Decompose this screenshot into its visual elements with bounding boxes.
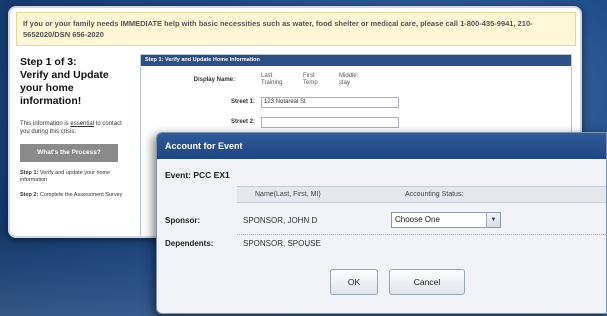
column-name-header: Name(Last, First, MI): [255, 191, 321, 198]
accounting-status-value: Choose One: [395, 215, 440, 224]
account-for-event-dialog: Account for Event Event: PCC EX1 Name(La…: [156, 132, 607, 314]
sponsor-name: SPONSOR, JOHN D: [243, 216, 318, 225]
display-name-label: Display Name:: [193, 77, 235, 83]
step-heading-line1: Verify and Update: [20, 69, 109, 81]
essential-link[interactable]: essential: [70, 121, 94, 127]
street2-label: Street 2:: [230, 119, 255, 125]
step1-description: Step 1: Verify and update your home info…: [20, 170, 132, 184]
table-header: Name(Last, First, MI) Accounting Status:: [237, 186, 606, 203]
step-sidebar: Step 1 of 3: Verify and Update your home…: [20, 56, 132, 199]
step2-label: Step 2:: [20, 192, 39, 198]
dependents-label: Dependents:: [165, 239, 214, 248]
step-heading-line3: information!: [20, 95, 82, 107]
row-divider: [237, 234, 606, 235]
step2-text: Complete the Assessment Survey: [38, 192, 123, 198]
street1-input[interactable]: 123 Notareal St: [261, 97, 399, 108]
last-name-column: Last Training: [261, 73, 283, 86]
middle-name-column: Middle: stay: [339, 73, 359, 86]
accounting-status-select[interactable]: Choose One ▼: [391, 212, 501, 228]
dialog-title: Account for Event: [157, 133, 606, 159]
step1-label: Step 1:: [20, 170, 39, 176]
whats-the-process-button[interactable]: What's the Process?: [20, 144, 118, 162]
street1-label: Street 1:: [230, 99, 255, 105]
step-heading-line2: your home: [20, 82, 74, 94]
cancel-button[interactable]: Cancel: [389, 269, 465, 295]
step2-description: Step 2: Complete the Assessment Survey: [20, 192, 132, 199]
emergency-banner: If you or your family needs IMMEDIATE he…: [16, 12, 576, 46]
event-label: Event: PCC EX1: [165, 170, 230, 180]
dependent-name: SPONSOR, SPOUSE: [243, 239, 321, 248]
column-status-header: Accounting Status:: [405, 191, 464, 198]
info-text-pre: This information is: [20, 121, 71, 127]
first-name-column: First Temp: [303, 73, 318, 86]
step-indicator: Step 1 of 3:: [20, 56, 77, 68]
street2-input[interactable]: [261, 117, 399, 128]
info-text: This information is essential to contact…: [20, 120, 132, 136]
ok-button[interactable]: OK: [330, 269, 378, 295]
chevron-down-icon[interactable]: ▼: [486, 213, 500, 227]
sponsor-label: Sponsor:: [165, 216, 201, 225]
form-header: Step 1: Verify and Update Home Informati…: [141, 55, 571, 66]
